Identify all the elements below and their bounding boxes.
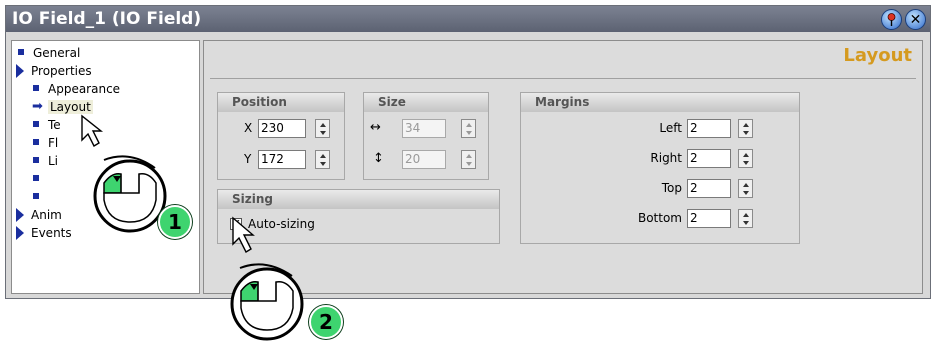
cursor-arrow-2 (232, 216, 255, 253)
cursor-arrow-1 (81, 114, 104, 147)
mouse-click-icon-2 (230, 263, 304, 341)
instruction-overlay (81, 114, 304, 341)
step-1-badge: 1 (158, 205, 192, 239)
mouse-click-icon-1 (93, 155, 167, 233)
step-2-badge: 2 (309, 305, 343, 339)
